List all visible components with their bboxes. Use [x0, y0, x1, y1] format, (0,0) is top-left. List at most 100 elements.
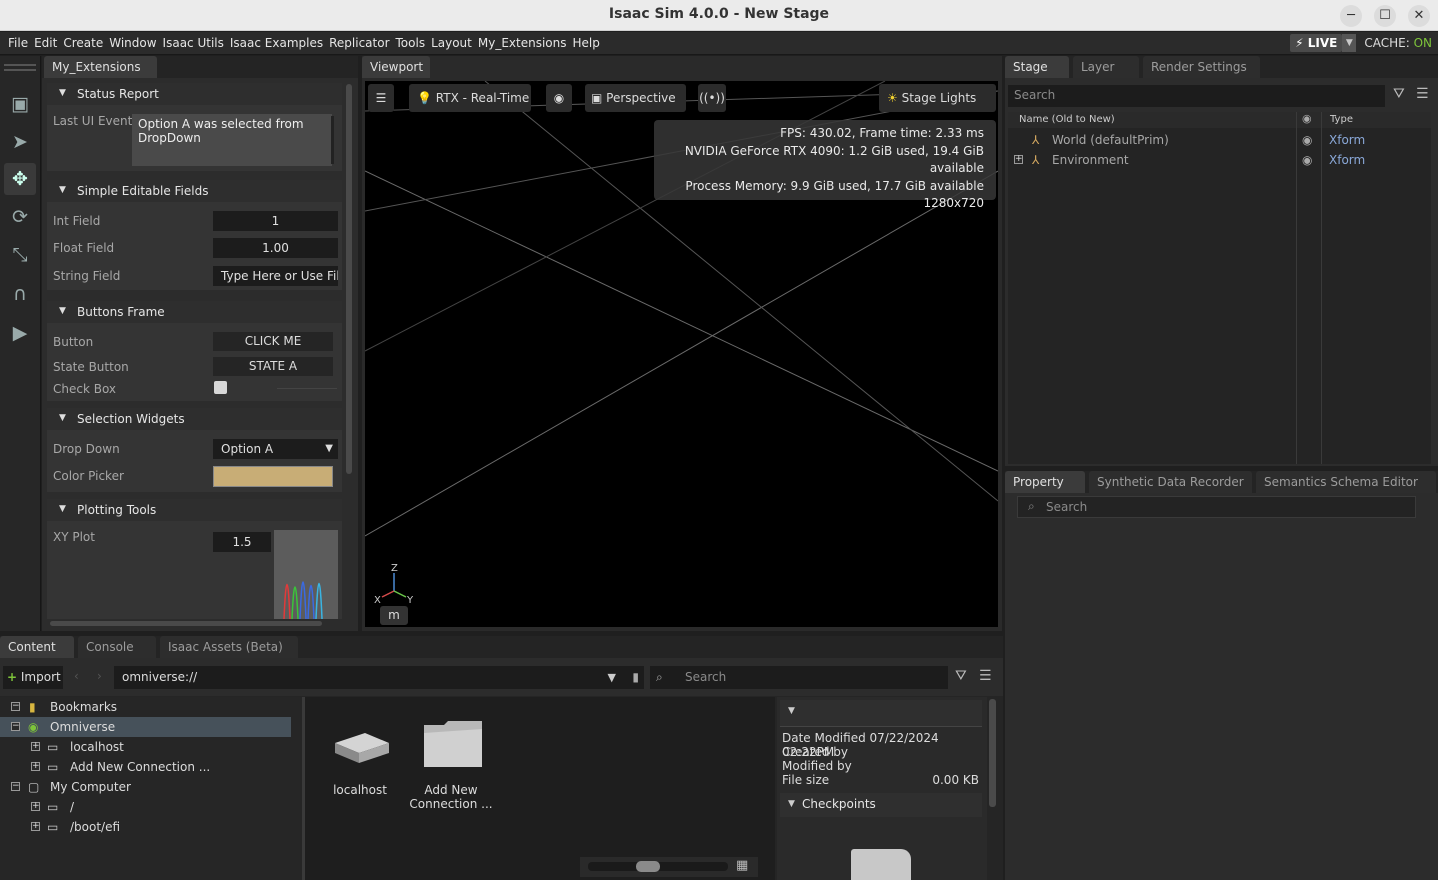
stage-lights-button[interactable]: ☀ Stage Lights: [879, 84, 996, 112]
menu-create[interactable]: Create: [60, 32, 106, 55]
property-search-input[interactable]: ⌕ Search: [1017, 496, 1416, 518]
tree-row-omniverse[interactable]: − ◉ Omniverse: [0, 717, 291, 737]
col-name-header[interactable]: Name (Old to New): [1019, 114, 1115, 125]
xy-plot-value[interactable]: 1.5: [213, 532, 271, 552]
path-input[interactable]: omniverse:// ▼ ▮: [114, 666, 644, 689]
col-type-header[interactable]: Type: [1330, 114, 1353, 125]
menu-isaac-examples[interactable]: Isaac Examples: [227, 32, 326, 55]
tab-render-settings[interactable]: Render Settings: [1143, 56, 1260, 78]
string-field[interactable]: Type Here or Use File: [213, 266, 338, 286]
drop-down[interactable]: Option A ▼: [213, 439, 338, 459]
content-search-input[interactable]: ⌕ Search: [650, 666, 948, 689]
stage-row[interactable]: + ⅄ Environment ◉ Xform: [1008, 150, 1431, 170]
filter-icon[interactable]: ⛛: [955, 668, 967, 684]
tree-row-localhost[interactable]: + ▭ localhost: [0, 737, 302, 757]
filter-icon[interactable]: ⛛: [1393, 86, 1405, 102]
grid-view-icon[interactable]: ▦: [736, 858, 748, 873]
details-header[interactable]: ▼: [780, 700, 982, 727]
forward-arrow-icon[interactable]: ›: [97, 669, 102, 683]
menu-icon[interactable]: ☰: [979, 668, 992, 684]
expand-icon[interactable]: +: [31, 762, 40, 771]
status-report-header[interactable]: ▼ Status Report: [47, 83, 342, 105]
menu-window[interactable]: Window: [106, 32, 159, 55]
tab-my-extensions[interactable]: My_Extensions: [44, 56, 157, 78]
collapse-icon[interactable]: −: [11, 722, 20, 731]
move-icon[interactable]: ✥: [4, 163, 36, 195]
check-box[interactable]: [214, 381, 227, 394]
state-button[interactable]: STATE A: [213, 357, 333, 376]
back-arrow-icon[interactable]: ‹: [74, 669, 79, 683]
details-scrollbar[interactable]: [989, 699, 996, 807]
tab-isaac-assets[interactable]: Isaac Assets (Beta): [160, 636, 298, 658]
float-field[interactable]: 1.00: [213, 238, 338, 258]
menu-help[interactable]: Help: [570, 32, 603, 55]
extensions-hscrollbar[interactable]: [50, 621, 322, 626]
tree-row-bookmarks[interactable]: − ▮ Bookmarks: [0, 697, 302, 717]
tree-row-root[interactable]: + ▭ /: [0, 797, 302, 817]
checkpoints-header[interactable]: ▼ Checkpoints: [780, 793, 982, 817]
stage-search-input[interactable]: Search: [1008, 85, 1385, 107]
pointer-icon[interactable]: ➤: [4, 126, 36, 158]
scale-icon[interactable]: ⤡: [4, 239, 36, 271]
menu-edit[interactable]: Edit: [31, 32, 60, 55]
viewport-canvas[interactable]: FPS: 430.02, Frame time: 2.33 ms NVIDIA …: [365, 81, 998, 627]
close-button[interactable]: ✕: [1408, 5, 1430, 27]
tab-property[interactable]: Property: [1005, 471, 1085, 493]
broadcast-icon[interactable]: ((•)): [698, 84, 726, 112]
menu-tools[interactable]: Tools: [393, 32, 429, 55]
editable-fields-header[interactable]: ▼ Simple Editable Fields: [47, 180, 342, 202]
snap-magnet-icon[interactable]: ∩: [4, 278, 36, 310]
tree-row-boot-efi[interactable]: + ▭ /boot/efi: [0, 817, 302, 837]
collapse-icon[interactable]: −: [11, 782, 20, 791]
settings-sliders-icon[interactable]: ☰: [368, 84, 394, 112]
rotate-icon[interactable]: ⟳: [4, 201, 36, 233]
tree-row-my-computer[interactable]: − ▢ My Computer: [0, 777, 302, 797]
grid-item-localhost[interactable]: localhost: [325, 717, 395, 802]
extensions-vscrollbar[interactable]: [346, 84, 352, 474]
tab-content[interactable]: Content: [0, 636, 74, 658]
live-dropdown-icon[interactable]: ▼: [1342, 34, 1357, 52]
stage-row[interactable]: ⅄ World (defaultPrim) ◉ Xform: [1008, 130, 1431, 150]
expand-icon[interactable]: +: [31, 802, 40, 811]
menu-replicator[interactable]: Replicator: [326, 32, 392, 55]
camera-button[interactable]: ▣ Perspective: [585, 84, 686, 112]
selection-widgets-header[interactable]: ▼ Selection Widgets: [47, 408, 342, 430]
menu-isaac-utils[interactable]: Isaac Utils: [160, 32, 227, 55]
color-picker-swatch[interactable]: [213, 466, 333, 487]
import-button[interactable]: + Import: [3, 666, 63, 689]
zoom-slider-handle[interactable]: [636, 861, 660, 872]
tab-stage[interactable]: Stage: [1005, 56, 1069, 78]
live-button[interactable]: ⚡ LIVE: [1290, 34, 1343, 52]
units-button[interactable]: m: [380, 606, 408, 625]
maximize-button[interactable]: ☐: [1374, 5, 1396, 27]
collapse-icon[interactable]: −: [11, 702, 20, 711]
int-field[interactable]: 1: [213, 211, 338, 231]
tab-layer[interactable]: Layer: [1073, 56, 1139, 78]
tab-console[interactable]: Console: [78, 636, 156, 658]
cube-select-icon[interactable]: ▣: [4, 88, 36, 120]
buttons-frame-header[interactable]: ▼ Buttons Frame: [47, 301, 342, 323]
visibility-eye-icon[interactable]: ◉: [1302, 130, 1312, 150]
grid-hscrollbar[interactable]: ▦: [580, 857, 758, 877]
render-mode-button[interactable]: 💡 RTX - Real-Time: [409, 84, 531, 112]
minimize-button[interactable]: ─: [1340, 5, 1362, 27]
eye-icon[interactable]: ◉: [546, 84, 572, 112]
path-dropdown-icon[interactable]: ▼: [608, 666, 616, 689]
menu-my-extensions[interactable]: My_Extensions: [475, 32, 570, 55]
play-icon[interactable]: ▶: [4, 317, 36, 349]
tab-viewport[interactable]: Viewport: [362, 56, 430, 78]
tab-semantics-schema-editor[interactable]: Semantics Schema Editor: [1256, 471, 1436, 493]
expand-icon[interactable]: +: [1014, 155, 1023, 164]
tab-synthetic-data-recorder[interactable]: Synthetic Data Recorder: [1089, 471, 1252, 493]
plotting-tools-header[interactable]: ▼ Plotting Tools: [47, 499, 342, 521]
tree-row-add-connection[interactable]: + ▭ Add New Connection ...: [0, 757, 302, 777]
expand-icon[interactable]: +: [31, 742, 40, 751]
visibility-eye-icon[interactable]: ◉: [1302, 150, 1312, 170]
menu-layout[interactable]: Layout: [428, 32, 475, 55]
click-me-button[interactable]: CLICK ME: [213, 332, 333, 351]
expand-icon[interactable]: +: [31, 822, 40, 831]
bookmark-icon[interactable]: ▮: [632, 666, 639, 689]
grid-item-add-connection[interactable]: Add New Connection ...: [405, 717, 497, 817]
menu-file[interactable]: File: [5, 32, 31, 55]
menu-icon[interactable]: ☰: [1416, 86, 1429, 102]
